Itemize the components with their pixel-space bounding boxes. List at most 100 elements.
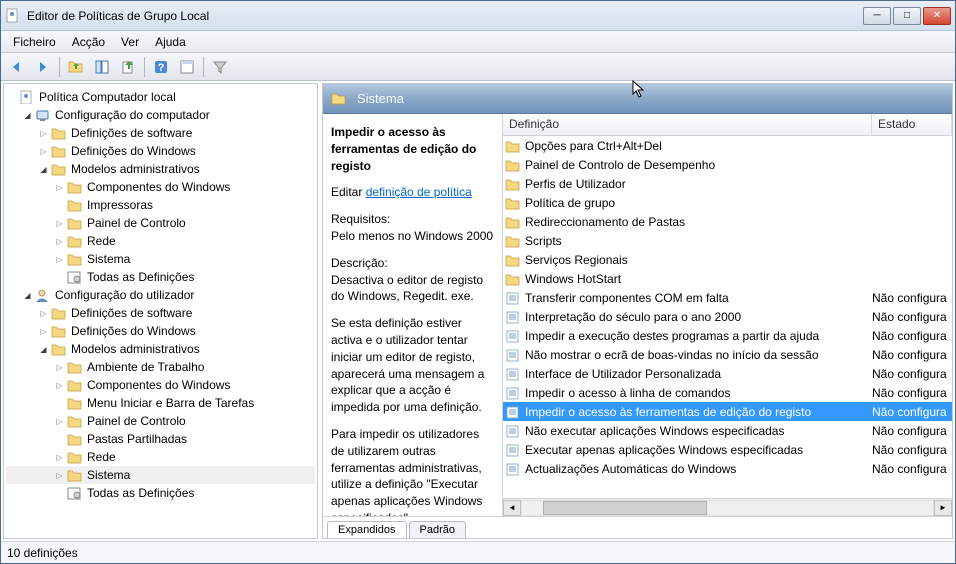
tree-node-componentes-do-windows[interactable]: ▷Componentes do Windows xyxy=(6,376,315,394)
filter-button[interactable] xyxy=(208,56,232,78)
list-row[interactable]: Política de grupo xyxy=(503,193,952,212)
expand-toggle[interactable]: ▷ xyxy=(54,182,65,193)
tree-node-defini-es-de-software[interactable]: ▷Definições de software xyxy=(6,124,315,142)
tree-node-ambiente-de-trabalho[interactable]: ▷Ambiente de Trabalho xyxy=(6,358,315,376)
list-row[interactable]: Impedir a execução destes programas a pa… xyxy=(503,326,952,345)
tree-node-rede[interactable]: ▷ Rede xyxy=(6,232,315,250)
list-row[interactable]: Interpretação do século para o ano 2000N… xyxy=(503,307,952,326)
list-row[interactable]: Não executar aplicações Windows especifi… xyxy=(503,421,952,440)
expand-toggle[interactable]: ▷ xyxy=(54,236,65,247)
tree-node-impressoras[interactable]: Impressoras xyxy=(6,196,315,214)
expand-toggle[interactable]: ▷ xyxy=(38,128,49,139)
scroll-thumb[interactable] xyxy=(543,501,707,515)
expand-toggle[interactable]: ▷ xyxy=(54,254,65,265)
menu-help[interactable]: Ajuda xyxy=(147,33,194,51)
tree-label: Política Computador local xyxy=(39,90,176,104)
tree-node-componentes-do-windows[interactable]: ▷Componentes do Windows xyxy=(6,178,315,196)
tree-node-todas-as-defini-es[interactable]: Todas as Definições xyxy=(6,484,315,502)
list-row[interactable]: Windows HotStart xyxy=(503,269,952,288)
folder-icon xyxy=(505,196,521,210)
tree-node-todas-as-defini-es[interactable]: Todas as Definições xyxy=(6,268,315,286)
close-button[interactable]: ✕ xyxy=(923,7,951,25)
menu-file[interactable]: Ficheiro xyxy=(5,33,64,51)
expand-toggle[interactable]: ▷ xyxy=(38,146,49,157)
expand-toggle[interactable]: ▷ xyxy=(54,416,65,427)
tab-standard[interactable]: Padrão xyxy=(409,521,466,539)
expand-toggle[interactable]: ◢ xyxy=(22,110,33,121)
setting-icon xyxy=(505,329,521,343)
tree-node-pol-tica-computador-local[interactable]: Política Computador local xyxy=(6,88,315,106)
col-definition[interactable]: Definição xyxy=(503,114,872,135)
list-row[interactable]: Opções para Ctrl+Alt+Del xyxy=(503,136,952,155)
tree-node-rede[interactable]: ▷ Rede xyxy=(6,448,315,466)
tree-node-sistema[interactable]: ▷Sistema xyxy=(6,466,315,484)
list-row[interactable]: Executar apenas aplicações Windows espec… xyxy=(503,440,952,459)
tree-node-modelos-administrativos[interactable]: ◢Modelos administrativos xyxy=(6,340,315,358)
scroll-right-button[interactable]: ► xyxy=(934,500,952,516)
setting-icon xyxy=(505,348,521,362)
row-name: Serviços Regionais xyxy=(525,253,872,267)
up-button[interactable] xyxy=(64,56,88,78)
folder-icon xyxy=(505,253,521,267)
horizontal-scrollbar[interactable]: ◄ ► xyxy=(503,498,952,516)
list-row[interactable]: Serviços Regionais xyxy=(503,250,952,269)
help-button[interactable]: ? xyxy=(149,56,173,78)
tree-node-configura-o-do-computador[interactable]: ◢Configuração do computador xyxy=(6,106,315,124)
list-row[interactable]: Perfis de Utilizador xyxy=(503,174,952,193)
status-text: 10 definições xyxy=(7,546,78,560)
list-row[interactable]: Redireccionamento de Pastas xyxy=(503,212,952,231)
expand-toggle[interactable]: ▷ xyxy=(38,308,49,319)
tree-label: Painel de Controlo xyxy=(87,414,186,428)
tree-node-defini-es-de-software[interactable]: ▷Definições de software xyxy=(6,304,315,322)
tree-node-painel-de-controlo[interactable]: ▷Painel de Controlo xyxy=(6,214,315,232)
setting-icon xyxy=(505,405,521,419)
tree-node-sistema[interactable]: ▷Sistema xyxy=(6,250,315,268)
tree-node-modelos-administrativos[interactable]: ◢Modelos administrativos xyxy=(6,160,315,178)
tree-panel[interactable]: Política Computador local◢Configuração d… xyxy=(3,83,318,539)
list-row[interactable]: Interface de Utilizador PersonalizadaNão… xyxy=(503,364,952,383)
tree-view-button[interactable] xyxy=(90,56,114,78)
export-button[interactable] xyxy=(116,56,140,78)
scroll-left-button[interactable]: ◄ xyxy=(503,500,521,516)
forward-button[interactable] xyxy=(31,56,55,78)
expand-toggle[interactable]: ▷ xyxy=(54,380,65,391)
expand-toggle[interactable]: ▷ xyxy=(38,326,49,337)
back-button[interactable] xyxy=(5,56,29,78)
list-row[interactable]: Actualizações Automáticas do WindowsNão … xyxy=(503,459,952,478)
list-row[interactable]: Impedir o acesso às ferramentas de ediçã… xyxy=(503,402,952,421)
expand-toggle[interactable]: ◢ xyxy=(22,290,33,301)
setting-icon xyxy=(505,424,521,438)
list-body[interactable]: Opções para Ctrl+Alt+DelPainel de Contro… xyxy=(503,136,952,498)
tree-label: Rede xyxy=(87,234,116,248)
expand-toggle[interactable]: ◢ xyxy=(38,164,49,175)
menu-action[interactable]: Acção xyxy=(64,33,113,51)
edit-policy-link[interactable]: definição de política xyxy=(366,185,472,199)
tree-label: Configuração do utilizador xyxy=(55,288,194,302)
expand-toggle[interactable]: ▷ xyxy=(54,470,65,481)
list-row[interactable]: Impedir o acesso à linha de comandosNão … xyxy=(503,383,952,402)
maximize-button[interactable]: □ xyxy=(893,7,921,25)
minimize-button[interactable]: ─ xyxy=(863,7,891,25)
tree-node-defini-es-do-windows[interactable]: ▷Definições do Windows xyxy=(6,142,315,160)
list-row[interactable]: Scripts xyxy=(503,231,952,250)
list-row[interactable]: Não mostrar o ecrã de boas-vindas no iní… xyxy=(503,345,952,364)
tree-node-configura-o-do-utilizador[interactable]: ◢ Configuração do utilizador xyxy=(6,286,315,304)
user-icon xyxy=(35,288,51,302)
tree-node-defini-es-do-windows[interactable]: ▷Definições do Windows xyxy=(6,322,315,340)
tab-expanded[interactable]: Expandidos xyxy=(327,521,407,539)
tree-node-pastas-partilhadas[interactable]: Pastas Partilhadas xyxy=(6,430,315,448)
col-state[interactable]: Estado xyxy=(872,114,952,135)
list-row[interactable]: Painel de Controlo de Desempenho xyxy=(503,155,952,174)
expand-toggle[interactable]: ▷ xyxy=(54,452,65,463)
menu-view[interactable]: Ver xyxy=(113,33,147,51)
row-name: Executar apenas aplicações Windows espec… xyxy=(525,443,872,457)
expand-toggle[interactable]: ◢ xyxy=(38,344,49,355)
list-row[interactable]: Transferir componentes COM em faltaNão c… xyxy=(503,288,952,307)
tree-node-painel-de-controlo[interactable]: ▷ Painel de Controlo xyxy=(6,412,315,430)
app-window: Editor de Políticas de Grupo Local ─ □ ✕… xyxy=(0,0,956,564)
expand-toggle[interactable]: ▷ xyxy=(54,218,65,229)
tree-node-menu-iniciar-e-barra-de-tarefas[interactable]: Menu Iniciar e Barra de Tarefas xyxy=(6,394,315,412)
tree-label: Rede xyxy=(87,450,116,464)
properties-button[interactable] xyxy=(175,56,199,78)
expand-toggle[interactable]: ▷ xyxy=(54,362,65,373)
